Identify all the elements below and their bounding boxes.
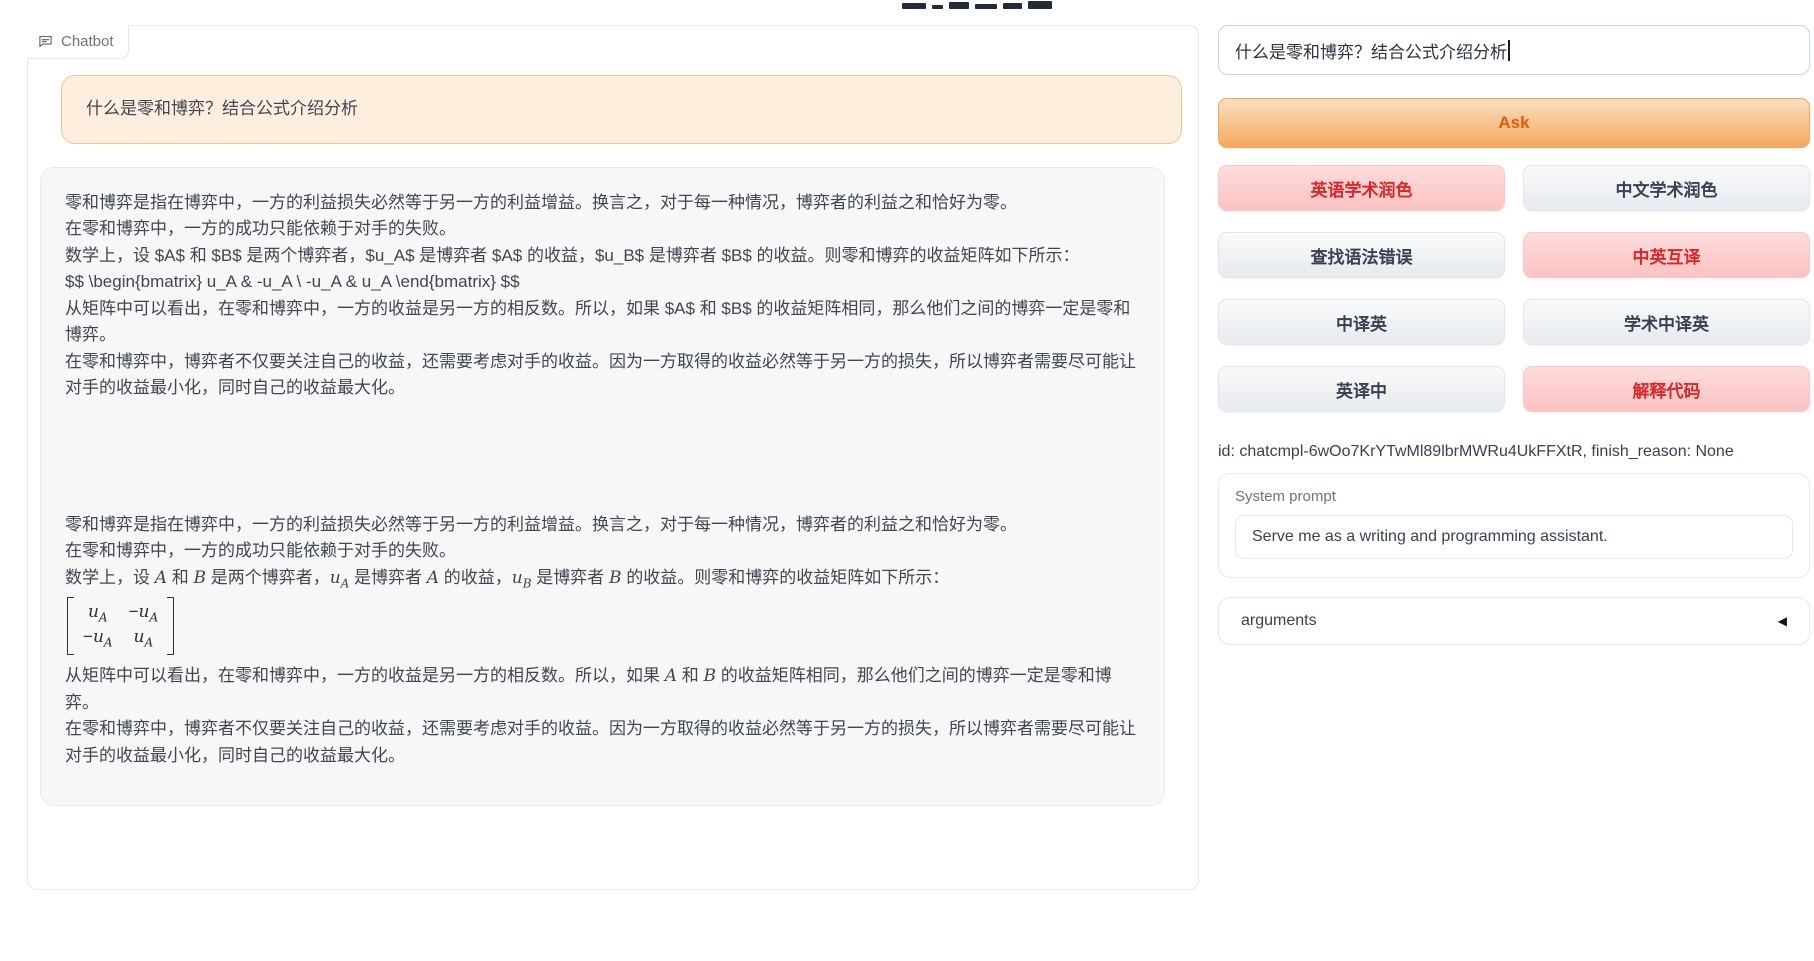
arguments-label: arguments	[1241, 612, 1317, 630]
bot-message-rendered-block: 零和博弈是指在博弈中，一方的利益损失必然等于另一方的利益增益。换言之，对于每一种…	[65, 512, 1140, 770]
quick-action-button[interactable]: 查找语法错误	[1218, 232, 1505, 278]
text-cursor	[1508, 40, 1510, 61]
quick-actions-grid: 英语学术润色中文学术润色查找语法错误中英互译中译英学术中译英英译中解释代码	[1218, 165, 1810, 412]
chatbot-label-text: Chatbot	[61, 33, 114, 50]
chat-bubble-icon	[38, 34, 53, 49]
chatbot-label: Chatbot	[27, 25, 129, 59]
payoff-matrix: uA−uA−uAuA	[67, 597, 174, 655]
system-prompt-group: System prompt Serve me as a writing and …	[1218, 473, 1810, 578]
system-prompt-value: Serve me as a writing and programming as…	[1252, 528, 1608, 546]
quick-action-button[interactable]: 英语学术润色	[1218, 165, 1505, 211]
system-prompt-label: System prompt	[1235, 488, 1793, 505]
response-meta: id: chatcmpl-6wOo7KrYTwMl89lbrMWRu4UkFFX…	[1218, 443, 1810, 461]
page: Chatbot 什么是零和博弈？结合公式介绍分析 零和博弈是指在博弈中，一方的利…	[0, 0, 1814, 961]
ask-button[interactable]: Ask	[1218, 98, 1810, 148]
control-panel: 什么是零和博弈？结合公式介绍分析 Ask 英语学术润色中文学术润色查找语法错误中…	[1218, 25, 1810, 645]
quick-action-button[interactable]: 解释代码	[1523, 366, 1810, 412]
quick-action-button[interactable]: 中文学术润色	[1523, 165, 1810, 211]
quick-action-button[interactable]: 英译中	[1218, 366, 1505, 412]
chatbot-panel: Chatbot 什么是零和博弈？结合公式介绍分析 零和博弈是指在博弈中，一方的利…	[27, 25, 1199, 890]
accordion-collapse-icon: ◀	[1778, 614, 1787, 628]
user-message-text: 什么是零和博弈？结合公式介绍分析	[86, 99, 358, 118]
quick-action-button[interactable]: 中英互译	[1523, 232, 1810, 278]
bot-message: 零和博弈是指在博弈中，一方的利益损失必然等于另一方的利益增益。换言之，对于每一种…	[40, 167, 1165, 807]
arguments-accordion[interactable]: arguments ◀	[1218, 597, 1810, 645]
system-prompt-input[interactable]: Serve me as a writing and programming as…	[1235, 515, 1793, 559]
quick-action-button[interactable]: 中译英	[1218, 299, 1505, 345]
user-message: 什么是零和博弈？结合公式介绍分析	[61, 75, 1182, 144]
clipped-page-title	[902, 0, 1052, 9]
question-input[interactable]: 什么是零和博弈？结合公式介绍分析	[1218, 25, 1810, 75]
question-input-value: 什么是零和博弈？结合公式介绍分析	[1235, 38, 1507, 63]
bot-message-raw-block: 零和博弈是指在博弈中，一方的利益损失必然等于另一方的利益增益。换言之，对于每一种…	[65, 190, 1140, 402]
chat-messages: 什么是零和博弈？结合公式介绍分析 零和博弈是指在博弈中，一方的利益损失必然等于另…	[28, 75, 1198, 806]
quick-action-button[interactable]: 学术中译英	[1523, 299, 1810, 345]
